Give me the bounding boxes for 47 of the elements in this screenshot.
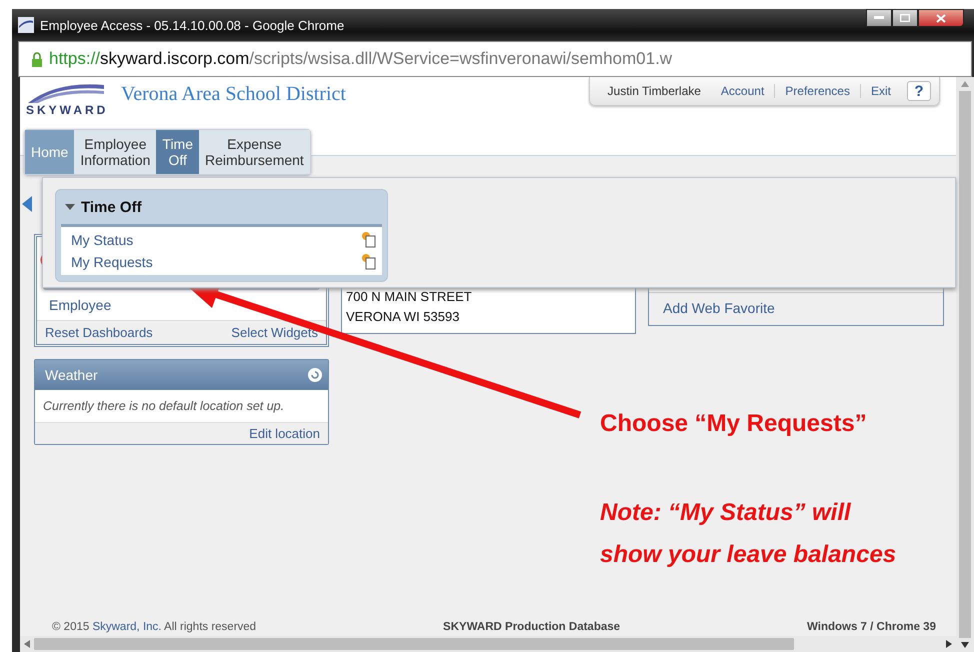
logo-icon	[26, 83, 106, 103]
window-title: Employee Access - 05.14.10.00.08 - Google Chrome	[40, 18, 346, 32]
help-button[interactable]: ?	[907, 81, 931, 101]
close-button[interactable]	[918, 9, 964, 27]
nav-tab[interactable]: Employee Information	[74, 130, 156, 174]
horizontal-scrollbar[interactable]	[34, 638, 794, 650]
header-link[interactable]: Exit	[860, 84, 901, 98]
weather-message: Currently there is no default location set up.	[42, 398, 286, 415]
user-name: Justin Timberlake	[606, 84, 702, 98]
note-text: Note: “My Status” will show your leave balances	[600, 498, 896, 570]
nav-tab[interactable]: Time Off	[156, 130, 199, 174]
refresh-icon[interactable]	[308, 368, 322, 382]
app-icon	[18, 17, 34, 33]
close-icon	[936, 14, 946, 22]
vertical-scrollbar[interactable]	[959, 91, 971, 638]
maximize-icon	[900, 14, 910, 22]
weather-title: Weather	[45, 367, 98, 383]
footer-link[interactable]: Reset Dashboards	[45, 325, 153, 340]
logo-text: SKYWARD	[26, 103, 108, 117]
address-line: VERONA WI 53593	[346, 308, 460, 326]
scroll-left-icon[interactable]	[24, 640, 30, 648]
header-link[interactable]: Preferences	[774, 84, 860, 98]
caret-icon	[65, 204, 75, 210]
collapse-arrow-icon[interactable]	[22, 196, 32, 212]
address-line: 700 N MAIN STREET	[346, 288, 473, 306]
copyright-text: © 2015 Skyward, Inc. All rights reserved	[52, 621, 256, 633]
maximize-button[interactable]	[892, 9, 918, 27]
menu-section-header[interactable]: Time Off	[61, 190, 146, 224]
scroll-right-icon[interactable]	[946, 640, 952, 648]
minimize-icon	[874, 16, 884, 20]
add-favorite-icon[interactable]	[362, 232, 376, 248]
add-favorite-link[interactable]: Add Web Favorite	[663, 300, 775, 316]
header-link[interactable]: Account	[710, 84, 774, 98]
company-link[interactable]: Skyward, Inc.	[92, 621, 162, 633]
add-favorite-icon[interactable]	[362, 254, 376, 270]
nav-tab[interactable]: Expense Reimbursement	[199, 130, 310, 174]
callout-text: Choose “My Requests”	[600, 410, 867, 438]
district-name: Verona Area School District	[121, 83, 346, 106]
database-name: SKYWARD Production Database	[443, 621, 620, 633]
edit-location-link[interactable]: Edit location	[249, 426, 320, 441]
menu-item[interactable]: My Status	[61, 229, 382, 251]
lock-icon	[31, 52, 43, 66]
minimize-button[interactable]	[866, 9, 892, 27]
employee-link[interactable]: Employee	[37, 293, 326, 320]
scroll-down-icon[interactable]	[961, 642, 969, 648]
footer-link[interactable]: Select Widgets	[231, 325, 318, 340]
platform-info: Windows 7 / Chrome 39	[807, 621, 936, 633]
